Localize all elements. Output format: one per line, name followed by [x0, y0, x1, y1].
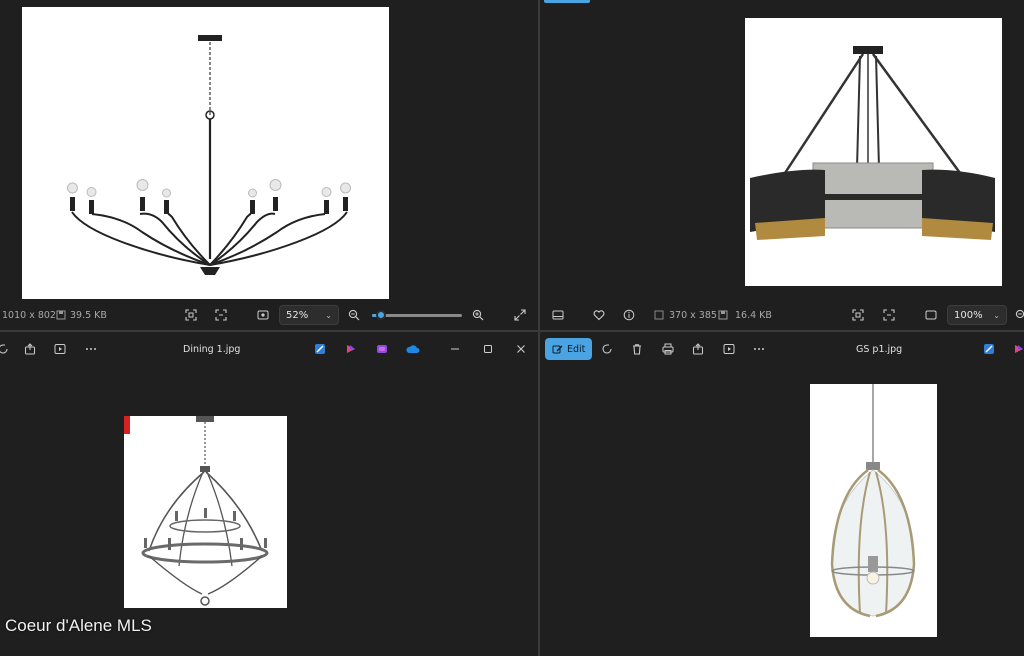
bottom-left-viewer: Dining 1.jpg Coeur d'Alene MLS	[0, 332, 538, 656]
zoom-slider[interactable]	[372, 310, 462, 320]
save-icon	[52, 306, 70, 324]
rotate-icon[interactable]	[598, 340, 616, 358]
toolbar: Dining 1.jpg	[0, 332, 538, 366]
onedrive-cloud-icon[interactable]	[404, 340, 422, 358]
fit-to-window-icon[interactable]	[182, 306, 200, 324]
toolbar-right: Edit GS p1.jpg	[540, 332, 1024, 366]
clipchamp-app-icon[interactable]	[342, 340, 360, 358]
active-indicator	[544, 0, 590, 3]
close-icon[interactable]	[512, 340, 530, 358]
full-screen-icon[interactable]	[511, 306, 529, 324]
zoom-in-icon[interactable]	[469, 306, 487, 324]
window-divider-vertical	[538, 0, 540, 656]
chandelier-image-tiered	[124, 416, 287, 608]
image-dimensions-icon	[650, 306, 668, 324]
edit-pencil-icon	[552, 345, 563, 353]
status-bar-right: 370 x 385 16.4 KB 100% ⌄	[540, 298, 1024, 330]
image-dimensions-right: 370 x 385	[669, 309, 717, 321]
slideshow-icon[interactable]	[720, 340, 738, 358]
actual-size-icon[interactable]	[880, 306, 898, 324]
drum-pendant-image	[745, 18, 1002, 286]
share-icon[interactable]	[21, 340, 39, 358]
chandelier-image-linear	[22, 7, 389, 299]
clipchamp-app-icon[interactable]	[1010, 340, 1024, 358]
print-icon[interactable]	[659, 340, 677, 358]
status-bar: 1010 x 802 39.5 KB 52% ⌄	[0, 298, 538, 330]
fit-to-window-icon[interactable]	[849, 306, 867, 324]
chevron-down-icon: ⌄	[325, 310, 332, 320]
fill-window-icon[interactable]	[922, 306, 940, 324]
filmstrip-icon[interactable]	[549, 306, 567, 324]
designer-app-icon[interactable]	[311, 340, 329, 358]
fill-window-icon[interactable]	[254, 306, 272, 324]
minimize-icon[interactable]	[446, 340, 464, 358]
zoom-value: 52%	[286, 309, 309, 321]
top-left-viewer: 1010 x 802 39.5 KB 52% ⌄	[0, 0, 538, 330]
more-options-icon[interactable]	[82, 340, 100, 358]
edit-button[interactable]: Edit	[545, 338, 593, 360]
slideshow-icon[interactable]	[51, 340, 69, 358]
delete-icon[interactable]	[628, 340, 646, 358]
zoom-select[interactable]: 52% ⌄	[279, 305, 339, 325]
share-icon[interactable]	[689, 340, 707, 358]
chevron-down-icon: ⌄	[993, 310, 1000, 320]
file-size-right: 16.4 KB	[735, 309, 772, 321]
image-dimensions: 1010 x 802	[2, 309, 56, 321]
glass-pendant-image	[810, 384, 937, 637]
zoom-slider-thumb[interactable]	[376, 310, 386, 320]
clipchamp-video-icon[interactable]	[373, 340, 391, 358]
rotate-icon[interactable]	[0, 340, 12, 358]
zoom-select-right[interactable]: 100% ⌄	[947, 305, 1007, 325]
zoom-out-icon[interactable]	[1012, 306, 1024, 324]
edit-label: Edit	[567, 343, 586, 355]
favorite-heart-icon[interactable]	[590, 306, 608, 324]
top-right-viewer: 370 x 385 16.4 KB 100% ⌄	[540, 0, 1024, 330]
file-size: 39.5 KB	[70, 309, 107, 321]
actual-size-icon[interactable]	[212, 306, 230, 324]
more-options-icon[interactable]	[750, 340, 768, 358]
zoom-value: 100%	[954, 309, 983, 321]
mls-watermark: Coeur d'Alene MLS	[5, 616, 152, 635]
bottom-right-viewer: Edit GS p1.jpg	[540, 332, 1024, 656]
designer-app-icon[interactable]	[980, 340, 998, 358]
window-title: Dining 1.jpg	[183, 343, 241, 355]
info-icon[interactable]	[620, 306, 638, 324]
window-divider-horizontal	[0, 330, 1024, 332]
window-title: GS p1.jpg	[856, 343, 903, 355]
save-icon	[714, 306, 732, 324]
zoom-out-icon[interactable]	[345, 306, 363, 324]
maximize-icon[interactable]	[479, 340, 497, 358]
